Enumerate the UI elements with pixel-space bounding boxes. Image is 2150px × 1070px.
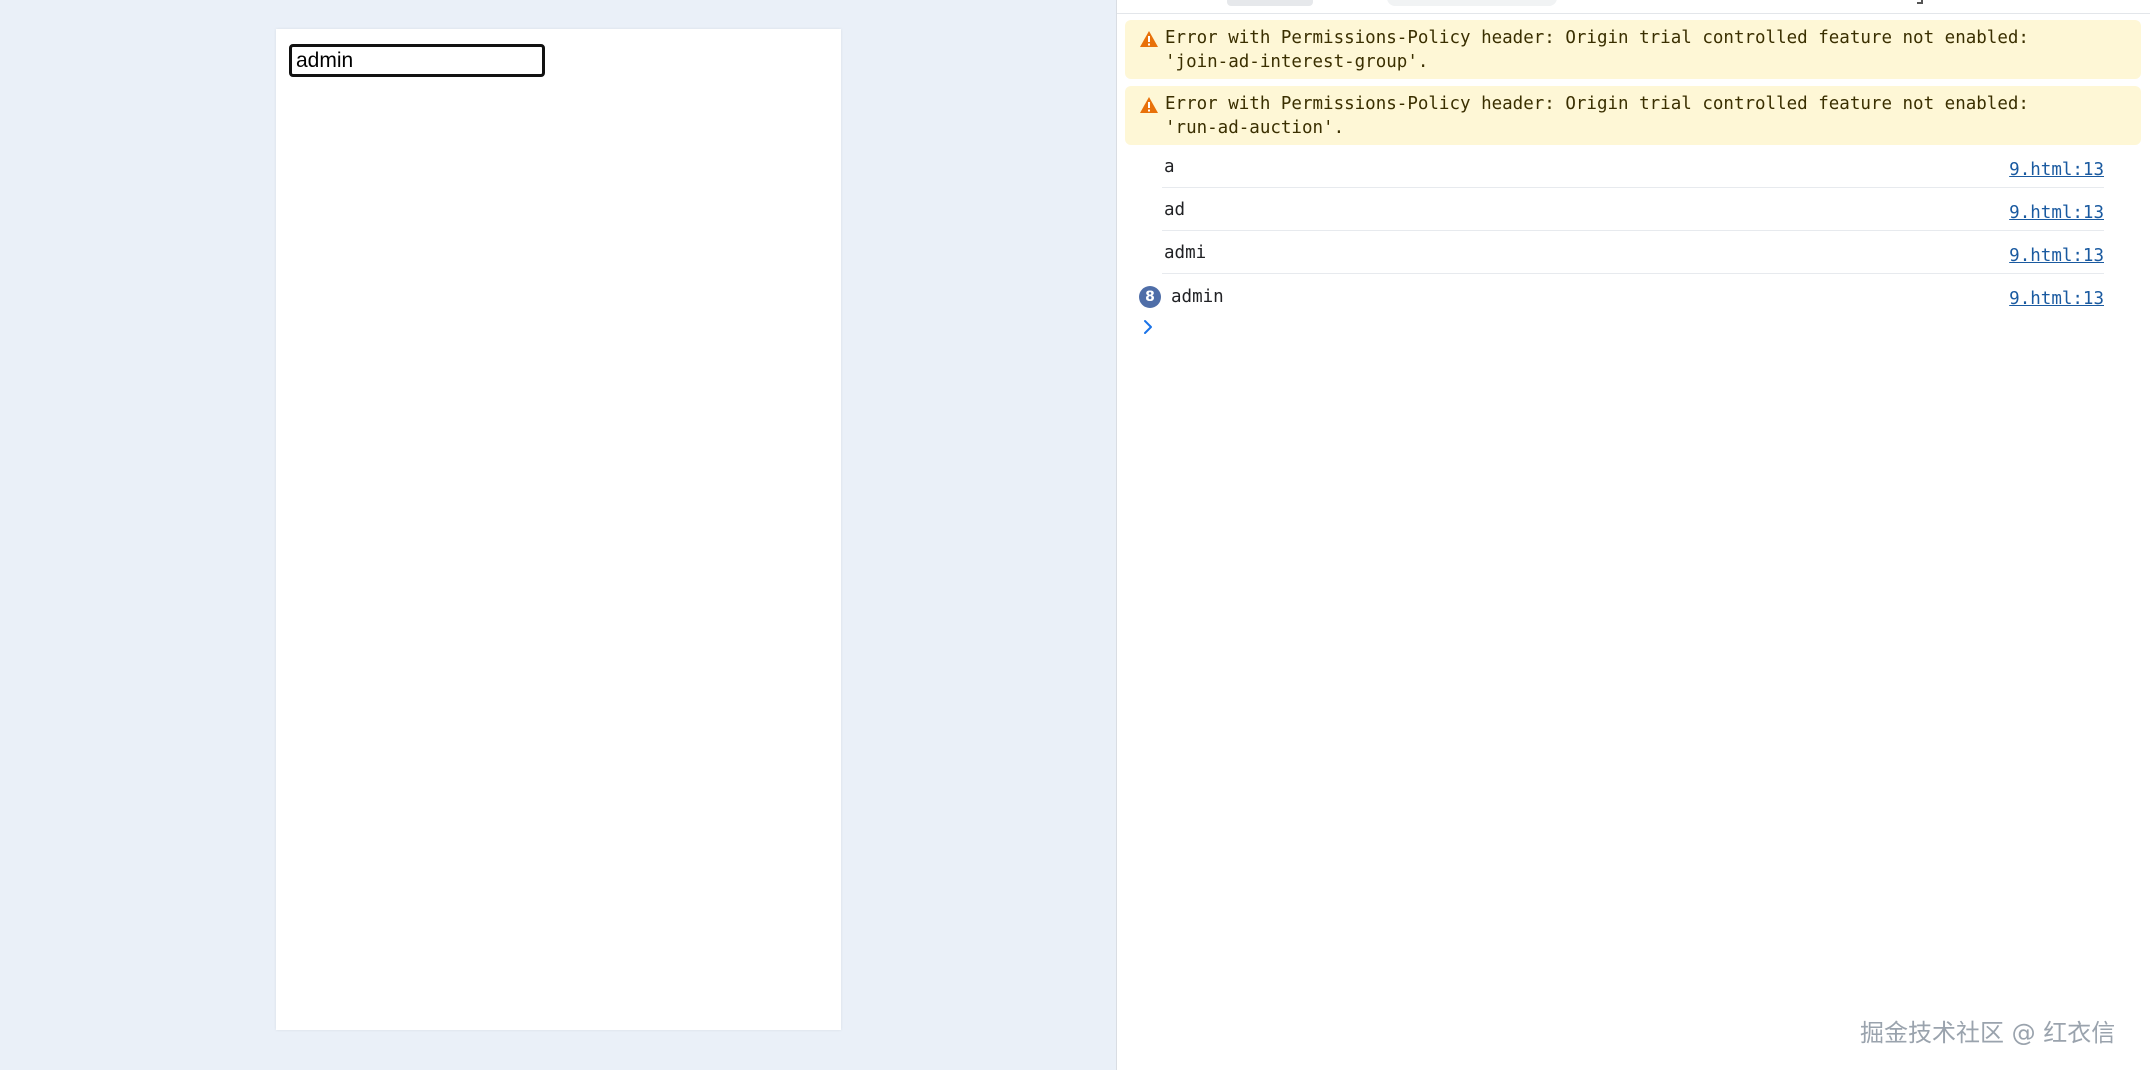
devtools-panel: Error with Permissions-Policy header: Or…	[1116, 0, 2150, 1070]
screen: Error with Permissions-Policy header: Or…	[0, 0, 2150, 1070]
toolbar-icon[interactable]	[1917, 0, 1923, 4]
chevron-right-icon[interactable]	[1137, 316, 1159, 338]
toolbar-tab[interactable]	[1227, 0, 1313, 6]
watermark: 掘金技术社区 @ 红衣信	[1860, 1019, 2116, 1047]
console-messages: Error with Permissions-Policy header: Or…	[1117, 14, 2150, 317]
repeat-count-badge: 8	[1139, 286, 1161, 308]
console-warning: Error with Permissions-Policy header: Or…	[1125, 20, 2141, 79]
console-log-row: ad 9.html:13	[1162, 188, 2104, 231]
log-message: admi	[1164, 243, 1207, 263]
log-source-link[interactable]: 9.html:13	[2009, 203, 2104, 223]
console-log-row: a 9.html:13	[1162, 145, 2104, 188]
filter-input[interactable]	[1387, 0, 1557, 6]
warning-triangle-icon	[1140, 97, 1158, 113]
console-log-row: 8 admin 9.html:13	[1139, 274, 2104, 317]
log-source-link[interactable]: 9.html:13	[2009, 289, 2104, 309]
warning-text-line: Error with Permissions-Policy header: Or…	[1165, 94, 2029, 114]
text-input[interactable]	[289, 44, 545, 77]
warning-text-line: 'run-ad-auction'.	[1165, 118, 1345, 138]
warning-text-line: Error with Permissions-Policy header: Or…	[1165, 28, 2029, 48]
devtools-toolbar	[1117, 0, 2150, 14]
console-warning: Error with Permissions-Policy header: Or…	[1125, 86, 2141, 145]
log-source-link[interactable]: 9.html:13	[2009, 160, 2104, 180]
page-viewport	[276, 29, 841, 1030]
log-message: ad	[1164, 200, 1186, 220]
warning-triangle-icon	[1140, 31, 1158, 47]
log-message: admin	[1171, 287, 1224, 307]
log-message: a	[1164, 157, 1175, 177]
console-log-row: admi 9.html:13	[1162, 231, 2104, 274]
warning-text-line: 'join-ad-interest-group'.	[1165, 52, 1429, 72]
log-source-link[interactable]: 9.html:13	[2009, 246, 2104, 266]
